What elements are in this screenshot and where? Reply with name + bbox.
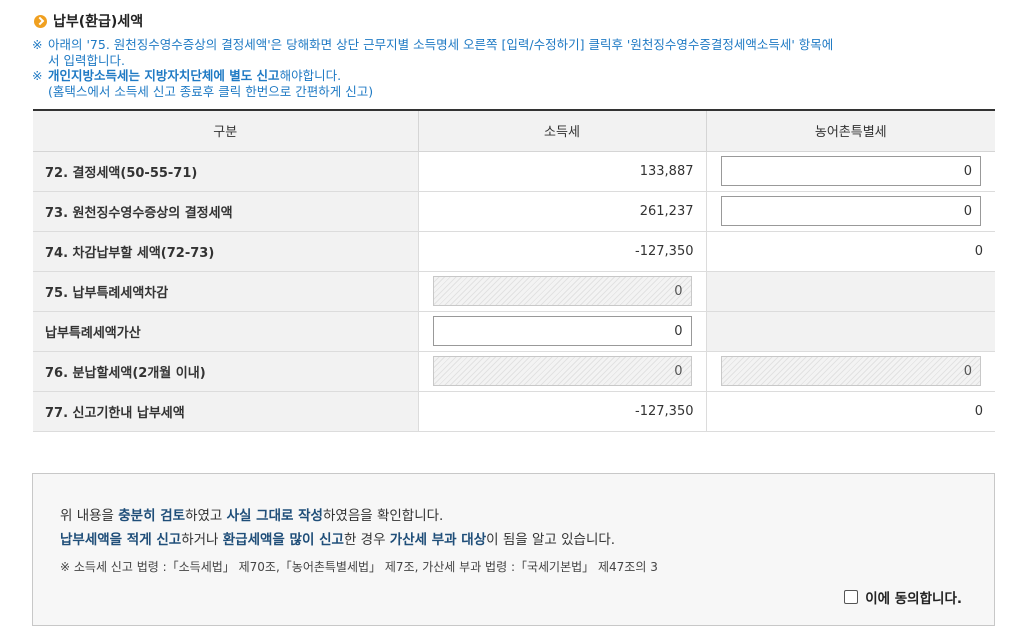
rural-tax-value: 0 bbox=[705, 231, 995, 272]
rural-tax-value: 0 bbox=[705, 391, 995, 432]
notice-2: ※ 개인지방소득세는 지방자치단체에 별도 신고해야합니다. bbox=[32, 68, 992, 84]
notice-1-line-2: 서 입력합니다. bbox=[48, 52, 125, 68]
table-row: 납부특례세액가산 bbox=[33, 311, 995, 352]
table-row: 75. 납부특례세액차감 bbox=[33, 271, 995, 312]
income-tax-value: 133,887 bbox=[417, 151, 706, 192]
notice-mark: ※ bbox=[32, 37, 43, 52]
special-addition-input[interactable] bbox=[432, 316, 692, 346]
table-row: 74. 차감납부할 세액(72-73) -127,350 0 bbox=[33, 231, 995, 272]
installment-income-input bbox=[432, 356, 692, 386]
confirmation-text: 위 내용을 충분히 검토하였고 사실 그대로 작성하였음을 확인합니다. bbox=[60, 508, 444, 524]
income-tax-value: -127,350 bbox=[417, 231, 706, 272]
agree-checkbox[interactable] bbox=[844, 590, 859, 604]
rural-tax-input[interactable] bbox=[720, 196, 981, 226]
table-row: 72. 결정세액(50-55-71) 133,887 bbox=[33, 151, 995, 192]
header-rural-tax: 농어촌특별세 bbox=[705, 109, 995, 152]
notice-area: ※ 아래의 '75. 원천징수영수증상의 결정세액'은 당해화면 상단 근무지별… bbox=[32, 37, 992, 99]
header-income-tax: 소득세 bbox=[417, 109, 706, 152]
penalty-warning-text: 납부세액을 적게 신고하거나 환급세액을 많이 신고한 경우 가산세 부과 대상… bbox=[60, 532, 616, 548]
row-label: 75. 납부특례세액차감 bbox=[33, 271, 418, 312]
row-label: 납부특례세액가산 bbox=[33, 311, 418, 352]
law-reference-note: ※ 소득세 신고 법령 :「소득세법」 제70조,「농어촌특별세법」 제7조, … bbox=[60, 560, 658, 574]
row-label: 77. 신고기한내 납부세액 bbox=[33, 391, 418, 432]
notice-1: ※ 아래의 '75. 원천징수영수증상의 결정세액'은 당해화면 상단 근무지별… bbox=[32, 37, 992, 68]
table-row: 77. 신고기한내 납부세액 -127,350 0 bbox=[33, 391, 995, 432]
notice-1-line-1: 아래의 '75. 원천징수영수증상의 결정세액'은 당해화면 상단 근무지별 소… bbox=[48, 37, 834, 52]
section-title: 납부(환급)세액 bbox=[34, 11, 143, 31]
notice-mark: ※ bbox=[32, 68, 43, 83]
special-deduction-input bbox=[432, 276, 692, 306]
header-category: 구분 bbox=[33, 109, 418, 152]
income-tax-value: -127,350 bbox=[417, 391, 706, 432]
row-label: 74. 차감납부할 세액(72-73) bbox=[33, 231, 418, 272]
income-tax-value: 261,237 bbox=[417, 191, 706, 232]
row-label: 73. 원천징수영수증상의 결정세액 bbox=[33, 191, 418, 232]
consent-box: 위 내용을 충분히 검토하였고 사실 그대로 작성하였음을 확인합니다. 납부세… bbox=[32, 473, 995, 626]
tax-amount-table: 구분 소득세 농어촌특별세 72. 결정세액(50-55-71) 133,887… bbox=[33, 109, 995, 432]
table-row: 73. 원천징수영수증상의 결정세액 261,237 bbox=[33, 191, 995, 232]
row-label: 72. 결정세액(50-55-71) bbox=[33, 151, 418, 192]
rural-tax-input[interactable] bbox=[720, 156, 981, 186]
chevron-circle-icon bbox=[34, 14, 47, 28]
notice-2-sub: (홈택스에서 소득세 신고 종료후 클릭 한번으로 간편하게 신고) bbox=[48, 83, 374, 99]
rural-tax-empty bbox=[705, 271, 995, 312]
row-label: 76. 분납할세액(2개월 이내) bbox=[33, 351, 418, 392]
agree-checkbox-label[interactable]: 이에 동의합니다. bbox=[844, 587, 962, 607]
table-header-row: 구분 소득세 농어촌특별세 bbox=[33, 109, 995, 152]
agree-label-text: 이에 동의합니다. bbox=[865, 591, 962, 607]
table-row: 76. 분납할세액(2개월 이내) bbox=[33, 351, 995, 392]
notice-2-bold: 개인지방소득세는 지방자치단체에 별도 신고 bbox=[48, 68, 280, 83]
section-title-text: 납부(환급)세액 bbox=[53, 14, 144, 30]
rural-tax-empty bbox=[705, 311, 995, 352]
installment-rural-input bbox=[720, 356, 981, 386]
notice-2-rest: 해야합니다. bbox=[279, 68, 342, 83]
